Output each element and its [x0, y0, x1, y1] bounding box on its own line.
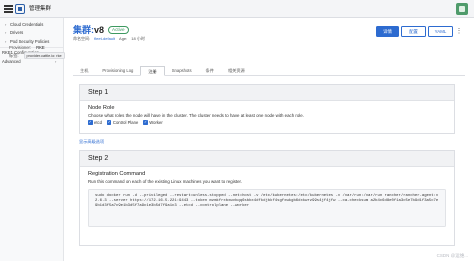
- labels-row: 标签: provider.cattle.io: rke: [9, 52, 65, 59]
- top-bar: 管理集群: [0, 0, 474, 18]
- tab-registration[interactable]: 注册: [140, 66, 165, 76]
- config-button[interactable]: 配置: [401, 26, 426, 37]
- provisioner-value: RKE: [36, 45, 45, 50]
- step2-panel: Step 2 Registration Command Run this com…: [79, 150, 455, 246]
- tab-provisioning-log[interactable]: Provisioning Log: [95, 66, 140, 75]
- age-label: Age:: [119, 36, 128, 41]
- tab-conditions[interactable]: 条件: [199, 66, 221, 75]
- namespace-label: 命名空间:: [73, 36, 91, 41]
- yaml-button[interactable]: YAML: [428, 26, 453, 37]
- age-value: 18 小时: [131, 36, 145, 41]
- sidebar-item-drivers[interactable]: › Drivers: [0, 29, 63, 38]
- provisioner-label: Provisioner:: [9, 45, 32, 50]
- checkmark-icon: ✓: [143, 120, 148, 125]
- node-role-title: Node Role: [88, 105, 115, 111]
- status-badge: Active: [108, 25, 129, 34]
- user-avatar-icon[interactable]: [456, 3, 468, 15]
- show-advanced-options-link[interactable]: 显示高级选项: [79, 139, 104, 145]
- checkmark-icon: ✓: [106, 120, 112, 125]
- registration-command-title: Registration Command: [88, 171, 146, 177]
- cluster-name-suffix: v8: [94, 25, 105, 35]
- menu-icon[interactable]: [4, 5, 13, 13]
- chevron-right-icon: ›: [55, 58, 57, 64]
- label-chip: provider.cattle.io: rke: [23, 52, 65, 59]
- labels-label: 标签:: [9, 52, 19, 58]
- header-actions: 详情 配置 YAML ⋮: [376, 26, 463, 37]
- etcd-checkbox[interactable]: ✓ etcd: [88, 120, 102, 125]
- sidebar-item-label: Pod Security Policies: [10, 38, 50, 44]
- cluster-icon: [15, 4, 25, 14]
- cluster-name: 集群:: [73, 25, 94, 35]
- checkbox-label: etcd: [94, 120, 102, 125]
- sidebar-item-label: Cloud Credentials: [10, 21, 44, 27]
- registration-command-code[interactable]: sudo docker run -d --privileged --restar…: [88, 189, 446, 227]
- worker-checkbox[interactable]: ✓ Worker: [143, 120, 163, 125]
- step2-title: Step 2: [80, 151, 454, 167]
- sidebar-item-label: Drivers: [10, 30, 24, 36]
- tab-machines[interactable]: 主机: [73, 66, 95, 75]
- checkbox-label: Worker: [149, 120, 163, 125]
- page-title: 集群: v8 Active: [73, 23, 129, 35]
- tab-snapshots[interactable]: Snapshots: [165, 66, 199, 75]
- checkbox-label: Control Plane: [112, 120, 139, 125]
- registration-command-description: Run this command on each of the existing…: [88, 179, 242, 184]
- role-checkboxes: ✓ etcd ✓ Control Plane ✓ Worker: [88, 120, 446, 125]
- topbar-title: 管理集群: [29, 6, 52, 12]
- namespace-link[interactable]: fleet-default: [94, 36, 115, 42]
- sidebar-item-cloud-credentials[interactable]: › Cloud Credentials: [0, 20, 63, 29]
- node-role-description: Choose what roles the node will have in …: [88, 113, 304, 118]
- cluster-subinfo: 命名空间: fleet-default Age: 18 小时: [73, 36, 145, 42]
- provisioner-row: Provisioner: RKE: [9, 45, 45, 50]
- tab-bar: 主机 Provisioning Log 注册 Snapshots 条件 相关资源: [73, 66, 465, 76]
- control-plane-checkbox[interactable]: ✓ Control Plane: [106, 120, 139, 125]
- tab-related-resources[interactable]: 相关资源: [221, 66, 252, 75]
- sidebar-item-label: Advanced: [2, 58, 21, 64]
- step1-title: Step 1: [80, 85, 454, 101]
- detail-button[interactable]: 详情: [376, 26, 399, 37]
- checkmark-icon: ✓: [88, 120, 93, 125]
- watermark: CSDN @运维...: [436, 253, 468, 258]
- step1-panel: Step 1 Node Role Choose what roles the n…: [79, 84, 455, 134]
- more-actions-icon[interactable]: ⋮: [455, 26, 463, 37]
